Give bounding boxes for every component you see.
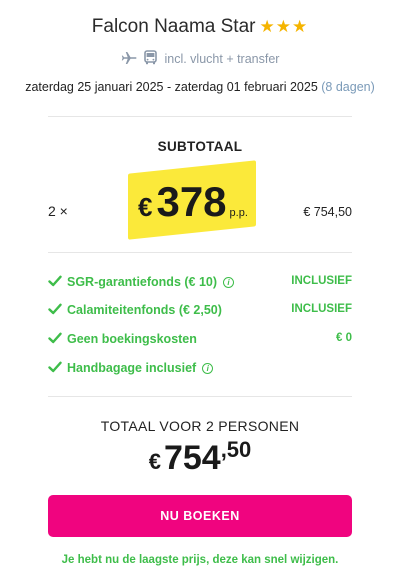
checkmark-icon	[48, 361, 62, 373]
date-range: zaterdag 25 januari 2025 - zaterdag 01 f…	[0, 80, 400, 94]
hotel-title: Falcon Naama Star ★★★	[0, 16, 400, 38]
checkmark-icon	[48, 275, 62, 287]
plane-icon	[121, 51, 137, 68]
price-amount: 378	[156, 178, 227, 225]
lowest-price-note: Je hebt nu de laagste prijs, deze kan sn…	[61, 554, 339, 566]
inclusion-row: SGR-garantiefonds (€ 10) i INCLUSIEF	[48, 273, 352, 293]
checkmark-icon	[48, 303, 62, 315]
book-now-button[interactable]: NU BOEKEN	[48, 495, 352, 537]
total-label: TOTAAL VOOR 2 PERSONEN	[100, 418, 300, 434]
bus-icon	[144, 50, 157, 68]
divider	[48, 252, 352, 253]
inclusion-amount: (€ 2,50)	[178, 303, 222, 317]
info-icon[interactable]: i	[202, 363, 214, 374]
inclusion-amount: (€ 10)	[184, 275, 218, 289]
line-total: € 754,50	[303, 205, 352, 219]
subtotal-label: SUBTOTAAL	[157, 139, 243, 154]
total-integer: 754	[163, 439, 221, 477]
divider	[48, 396, 352, 397]
inclusion-value: INCLUSIEF	[291, 303, 352, 315]
total-currency: €	[148, 449, 161, 474]
total-decimal: ,50	[220, 437, 252, 462]
quantity: 2 ×	[48, 203, 68, 219]
inclusion-row: Calamiteitenfonds (€ 2,50) INCLUSIEF	[48, 301, 352, 321]
transport-info: incl. vlucht + transfer	[0, 50, 400, 68]
inclusion-value: INCLUSIEF	[291, 275, 352, 287]
inclusion-label: Calamiteitenfonds	[67, 303, 176, 317]
inclusion-label: SGR-garantiefonds	[67, 275, 181, 289]
per-person-label: p.p.	[229, 207, 248, 219]
hotel-name: Falcon Naama Star	[91, 16, 256, 37]
date-range-text: zaterdag 25 januari 2025 - zaterdag 01 f…	[25, 80, 318, 94]
divider	[48, 116, 352, 117]
inclusion-label: Geen boekingskosten	[67, 332, 197, 346]
inclusion-label: Handbagage inclusief	[67, 361, 197, 375]
price-currency: €	[138, 192, 153, 222]
duration: (8 dagen)	[321, 80, 375, 94]
price-per-person: €378 p.p.	[138, 178, 248, 226]
inclusion-row: Geen boekingskosten € 0	[48, 330, 352, 350]
inclusion-value: € 0	[336, 332, 352, 344]
checkmark-icon	[48, 332, 62, 344]
transport-text: incl. vlucht + transfer	[164, 52, 280, 66]
inclusion-row: Handbagage inclusief i	[48, 359, 352, 379]
total-price: €754,50	[0, 437, 400, 478]
info-icon[interactable]: i	[223, 277, 235, 288]
star-rating: ★★★	[259, 17, 309, 36]
